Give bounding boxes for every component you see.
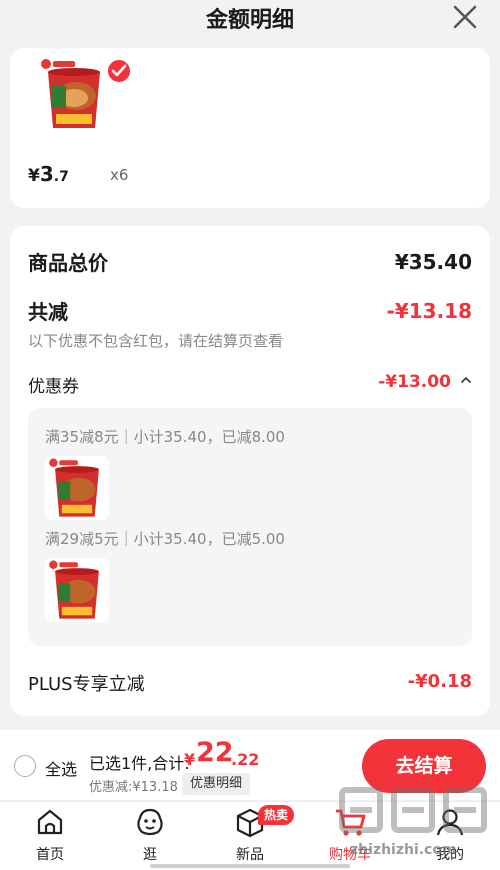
user-icon bbox=[436, 809, 464, 836]
select-all-label[interactable]: 全选 bbox=[45, 756, 77, 780]
tab-home[interactable]: 首页 bbox=[10, 806, 90, 866]
close-icon bbox=[453, 5, 477, 29]
product-card bbox=[10, 48, 490, 208]
price-decimal: .7 bbox=[53, 169, 69, 185]
plus-discount-label: PLUS专享立减 bbox=[28, 674, 145, 695]
discount-note: 以下优惠不包含红包，请在结算页查看 bbox=[28, 332, 284, 350]
product-image bbox=[49, 458, 99, 517]
price-currency: ¥ bbox=[28, 166, 40, 186]
selected-summary: 已选1件,合计: bbox=[89, 754, 190, 773]
header-bar: 金额明细 bbox=[0, 0, 500, 40]
total-currency: ¥ bbox=[184, 750, 196, 769]
discount-detail-button[interactable]: 优惠明细 bbox=[182, 773, 251, 795]
coupon-product-thumbnail-1 bbox=[45, 456, 109, 520]
discount-amount: 优惠减:¥13.18 bbox=[89, 780, 178, 795]
check-icon bbox=[111, 64, 127, 77]
select-all-radio[interactable] bbox=[14, 755, 36, 777]
total-reduce-label: 共减 bbox=[28, 300, 68, 324]
tab-new-label: 新品 bbox=[236, 847, 264, 863]
close-button[interactable] bbox=[450, 2, 480, 32]
total-decimal: .22 bbox=[231, 750, 260, 769]
home-indicator bbox=[150, 864, 350, 868]
hot-sale-badge: 热卖 bbox=[258, 805, 295, 825]
product-image bbox=[49, 560, 99, 619]
tab-explore[interactable]: 逛 bbox=[110, 806, 190, 866]
coupon-label: 优惠券 bbox=[28, 377, 79, 397]
home-icon bbox=[37, 809, 63, 835]
product-quantity: x6 bbox=[110, 166, 129, 184]
coupon-toggle[interactable]: -¥13.00 bbox=[378, 372, 472, 396]
chevron-up-icon bbox=[461, 376, 471, 383]
product-thumbnail[interactable] bbox=[38, 56, 110, 132]
checkout-button[interactable]: 去结算 bbox=[362, 739, 486, 793]
coupon-rule-2: 满29减5元｜小计35.40，已减5.00 bbox=[45, 530, 285, 548]
page-title: 金额明细 bbox=[205, 8, 294, 33]
price-integer: 3 bbox=[39, 162, 54, 186]
total-reduce-value: -¥13.18 bbox=[386, 299, 472, 323]
face-icon bbox=[137, 808, 163, 836]
total-price-label: 商品总价 bbox=[28, 251, 108, 275]
coupon-rule-1: 满35减8元｜小计35.40，已减8.00 bbox=[45, 428, 285, 446]
coupon-value: -¥13.00 bbox=[378, 372, 451, 392]
plus-discount-value: -¥0.18 bbox=[407, 671, 472, 692]
selected-check-badge[interactable] bbox=[106, 58, 132, 84]
total-integer: 22 bbox=[196, 737, 234, 768]
product-price: ¥3.7 bbox=[28, 162, 69, 186]
coupon-product-thumbnail-2 bbox=[45, 558, 109, 622]
total-price-value: ¥35.40 bbox=[394, 250, 472, 274]
tab-home-label: 首页 bbox=[36, 847, 64, 863]
cart-icon bbox=[336, 809, 366, 836]
tab-explore-label: 逛 bbox=[143, 847, 157, 863]
watermark-text: zhizhizhi.com bbox=[350, 842, 457, 858]
